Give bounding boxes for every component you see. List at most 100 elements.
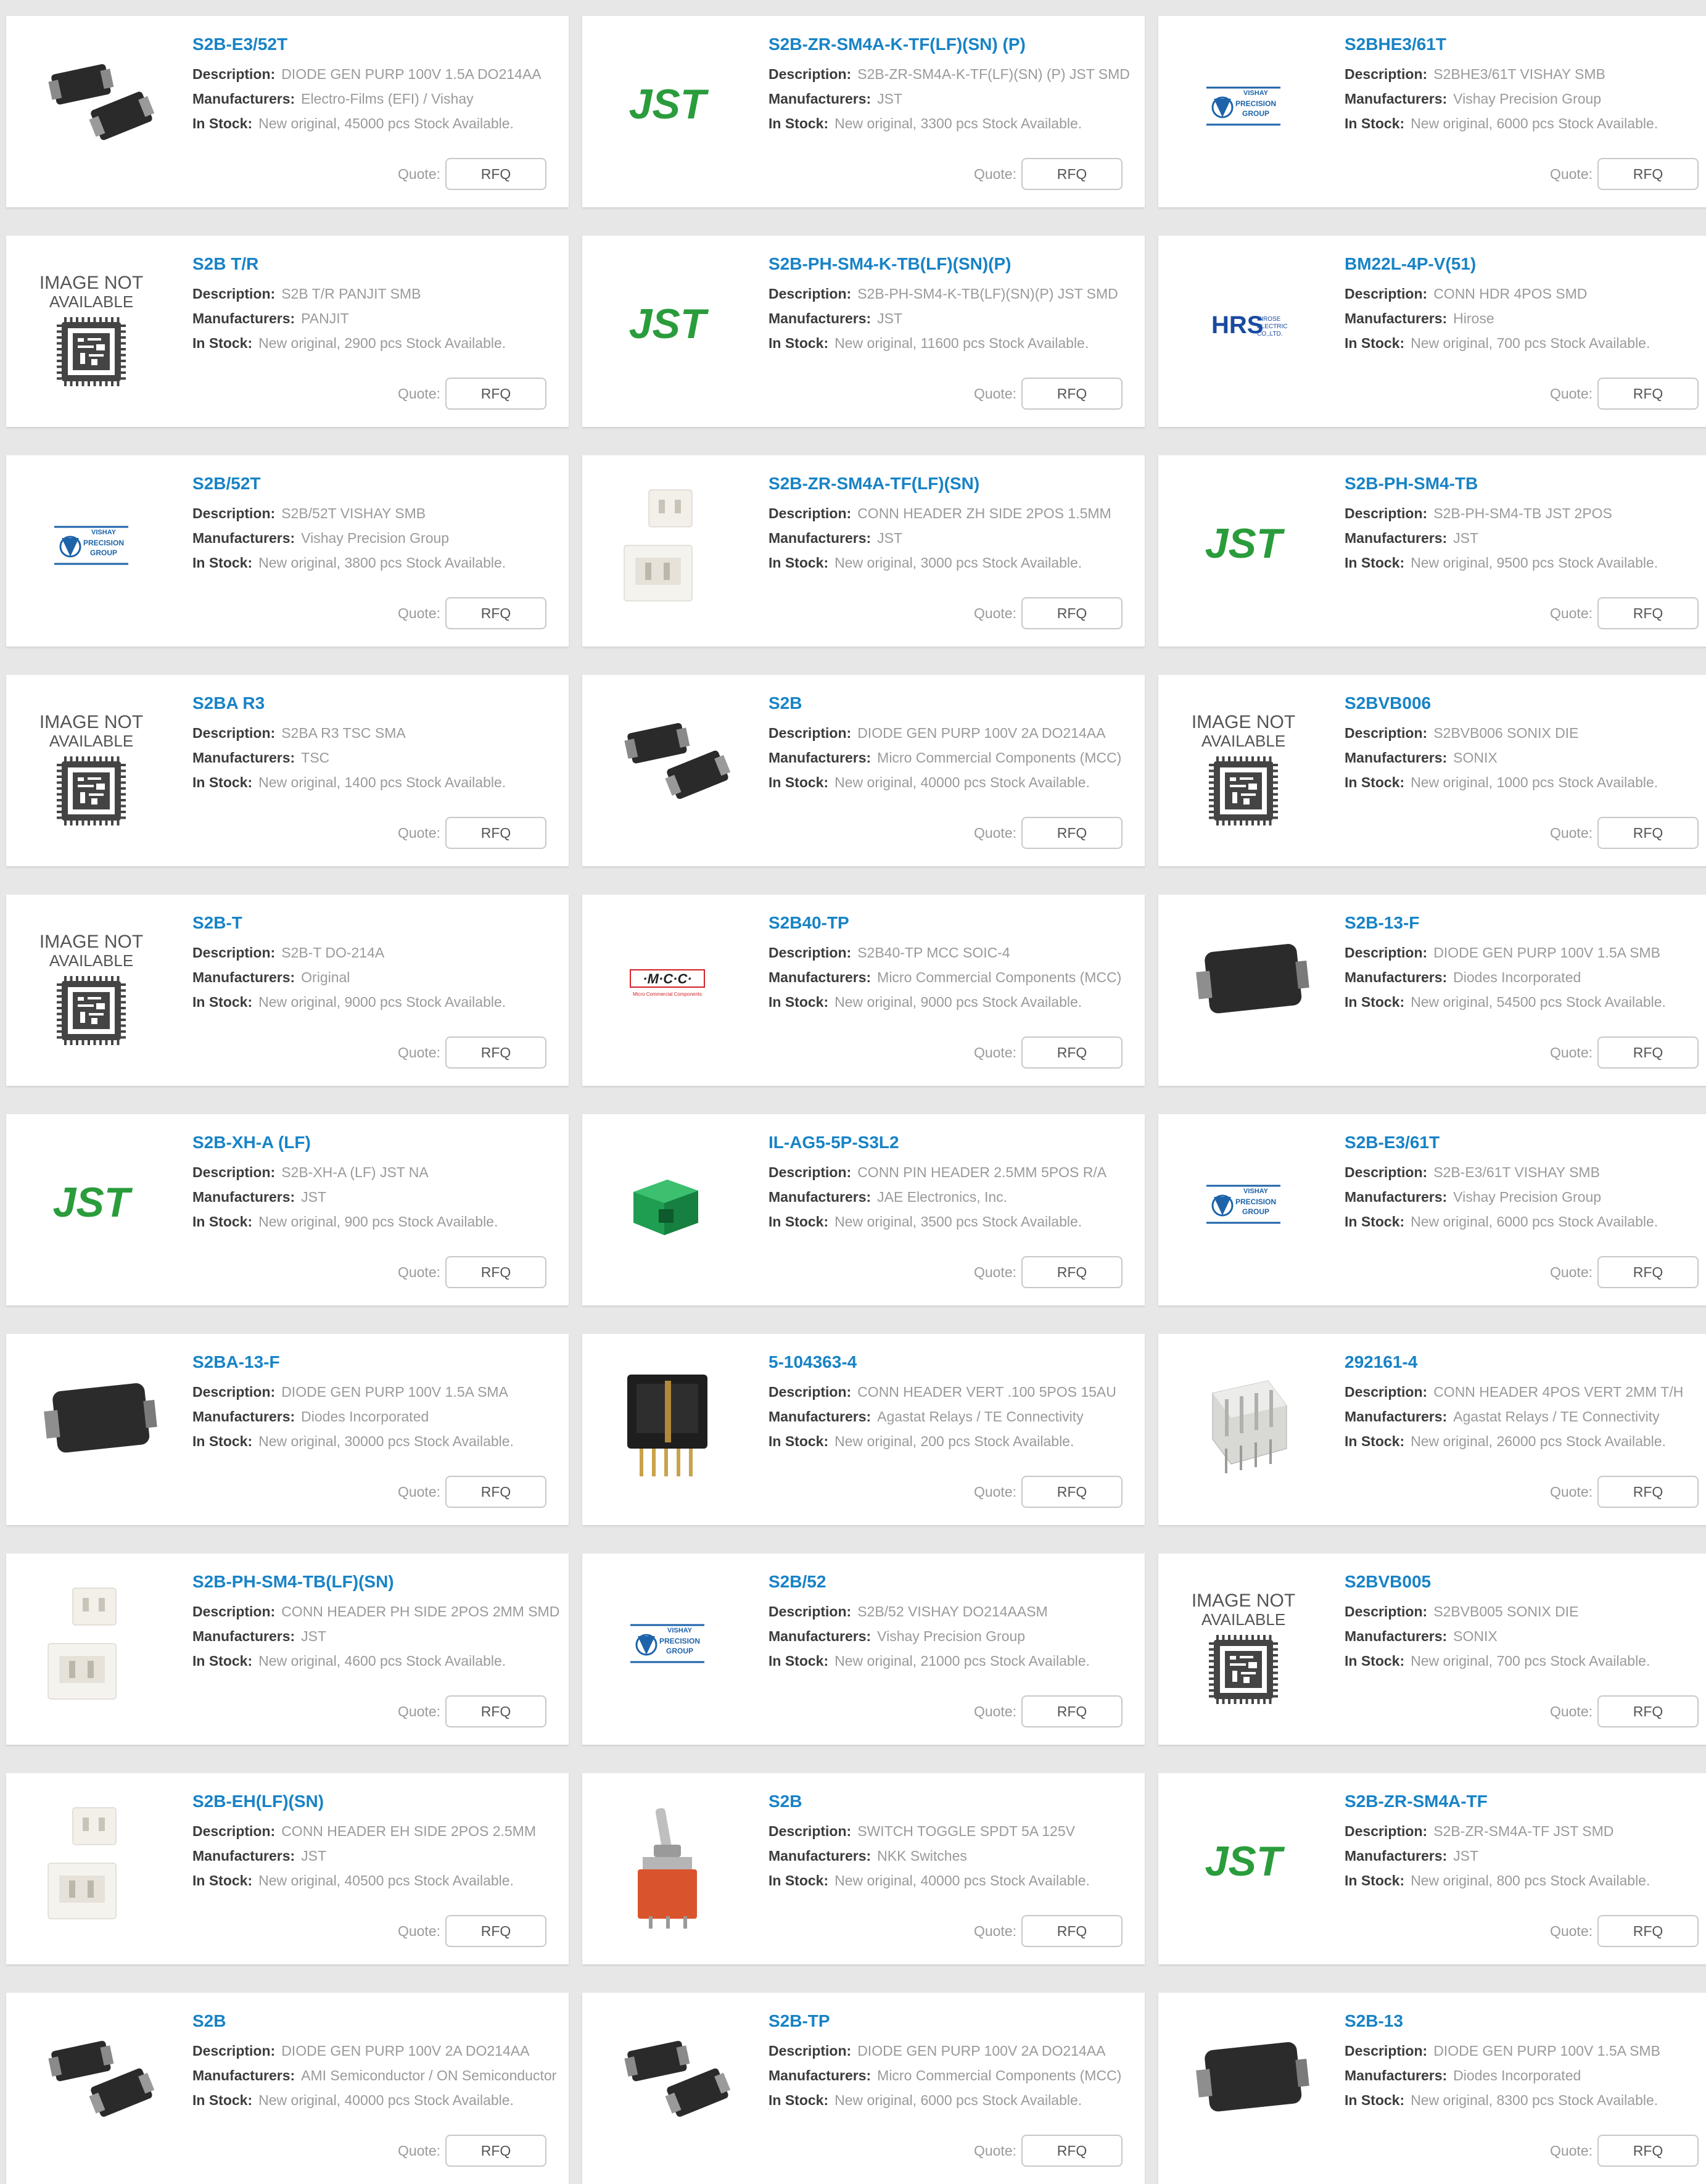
product-image[interactable] [600, 1136, 735, 1272]
part-number-link[interactable]: S2B [192, 2011, 226, 2031]
part-number-link[interactable]: S2B-EH(LF)(SN) [192, 1792, 324, 1811]
part-number-link[interactable]: 292161-4 [1345, 1352, 1417, 1372]
part-number-link[interactable]: S2B/52 [769, 1572, 826, 1592]
product-image[interactable]: VISHAY PRECISION GROUP [23, 478, 159, 613]
rfq-button[interactable]: RFQ [1021, 817, 1123, 849]
rfq-button[interactable]: RFQ [1597, 817, 1699, 849]
part-number-link[interactable]: S2B-T [192, 913, 242, 933]
rfq-button[interactable]: RFQ [1597, 1256, 1699, 1288]
product-image[interactable] [1176, 917, 1311, 1053]
product-image[interactable]: VISHAY PRECISION GROUP [1176, 1136, 1311, 1272]
part-number-link[interactable]: S2B T/R [192, 254, 258, 274]
rfq-button[interactable]: RFQ [1597, 2135, 1699, 2167]
rfq-button[interactable]: RFQ [1597, 158, 1699, 190]
manufacturer-row: Manufacturers: JST [769, 86, 1151, 111]
product-image[interactable] [600, 697, 735, 833]
part-number-link[interactable]: S2B-ZR-SM4A-K-TF(LF)(SN) (P) [769, 35, 1026, 54]
part-number-link[interactable]: S2BA-13-F [192, 1352, 280, 1372]
product-image[interactable]: IMAGE NOT AVAILABLE [1176, 1576, 1311, 1711]
product-image[interactable]: IMAGE NOT AVAILABLE [23, 258, 159, 394]
product-image[interactable] [23, 1576, 159, 1711]
rfq-button[interactable]: RFQ [445, 1695, 546, 1727]
product-card: HRS HIROSE ELECTRIC CO.,LTD. BM22L-4P-V(… [1158, 236, 1706, 427]
product-card: JST S2B-XH-A (LF) Description: S2B-XH-A (… [6, 1114, 569, 1305]
product-image[interactable]: JST [1176, 1795, 1311, 1931]
rfq-button[interactable]: RFQ [1021, 378, 1123, 410]
part-number-link[interactable]: IL-AG5-5P-S3L2 [769, 1133, 899, 1152]
part-number-link[interactable]: S2B-PH-SM4-K-TB(LF)(SN)(P) [769, 254, 1012, 274]
product-image[interactable] [23, 2015, 159, 2151]
stock-label: In Stock: [1345, 555, 1405, 571]
description-label: Description: [1345, 725, 1428, 741]
part-number-link[interactable]: S2BHE3/61T [1345, 35, 1446, 54]
part-number-link[interactable]: S2BVB005 [1345, 1572, 1431, 1592]
part-number-link[interactable]: S2BA R3 [192, 693, 265, 713]
rfq-button[interactable]: RFQ [1021, 1036, 1123, 1069]
description-value: S2B-PH-SM4-K-TB(LF)(SN)(P) JST SMD [857, 286, 1118, 302]
rfq-button[interactable]: RFQ [445, 1476, 546, 1508]
part-number-link[interactable]: BM22L-4P-V(51) [1345, 254, 1476, 274]
part-number-link[interactable]: S2BVB006 [1345, 693, 1431, 713]
product-image[interactable] [23, 1356, 159, 1492]
part-number-link[interactable]: S2B-ZR-SM4A-TF [1345, 1792, 1488, 1811]
rfq-button[interactable]: RFQ [1597, 1915, 1699, 1947]
rfq-button[interactable]: RFQ [1021, 1476, 1123, 1508]
rfq-button[interactable]: RFQ [445, 1915, 546, 1947]
product-card: IMAGE NOT AVAILABLE S2BA R3 Description:… [6, 675, 569, 866]
product-image[interactable]: JST [600, 38, 735, 174]
rfq-button[interactable]: RFQ [1597, 378, 1699, 410]
product-image[interactable] [600, 478, 735, 613]
part-number-link[interactable]: 5-104363-4 [769, 1352, 857, 1372]
rfq-button[interactable]: RFQ [1597, 597, 1699, 629]
product-image[interactable]: HRS HIROSE ELECTRIC CO.,LTD. [1176, 258, 1311, 394]
rfq-button[interactable]: RFQ [445, 378, 546, 410]
part-number-link[interactable]: S2B40-TP [769, 913, 849, 933]
rfq-button[interactable]: RFQ [1021, 1256, 1123, 1288]
rfq-button[interactable]: RFQ [1021, 158, 1123, 190]
part-number-link[interactable]: S2B-XH-A (LF) [192, 1133, 311, 1152]
product-image[interactable] [600, 1795, 735, 1931]
product-image[interactable] [600, 2015, 735, 2151]
part-number-link[interactable]: S2B [769, 693, 802, 713]
part-number-link[interactable]: S2B/52T [192, 474, 261, 494]
product-image[interactable] [23, 1795, 159, 1931]
rfq-button[interactable]: RFQ [445, 597, 546, 629]
rfq-button[interactable]: RFQ [1597, 1476, 1699, 1508]
rfq-button[interactable]: RFQ [1021, 597, 1123, 629]
rfq-button[interactable]: RFQ [1597, 1695, 1699, 1727]
manufacturer-label: Manufacturers: [192, 530, 295, 546]
stock-value: New original, 40000 pcs Stock Available. [834, 1872, 1090, 1888]
part-number-link[interactable]: S2B [769, 1792, 802, 1811]
rfq-button[interactable]: RFQ [445, 2135, 546, 2167]
part-number-link[interactable]: S2B-PH-SM4-TB [1345, 474, 1478, 494]
product-image[interactable]: JST [1176, 478, 1311, 613]
product-image[interactable]: IMAGE NOT AVAILABLE [1176, 697, 1311, 833]
product-image[interactable]: VISHAY PRECISION GROUP [600, 1576, 735, 1711]
product-image[interactable]: IMAGE NOT AVAILABLE [23, 917, 159, 1053]
product-image[interactable]: VISHAY PRECISION GROUP [1176, 38, 1311, 174]
product-image[interactable]: JST [23, 1136, 159, 1272]
rfq-button[interactable]: RFQ [445, 1256, 546, 1288]
manufacturer-row: Manufacturers: PANJIT [192, 306, 575, 331]
product-image[interactable] [23, 38, 159, 174]
product-image[interactable]: ·M·C·C· Micro Commercial Components [600, 917, 735, 1053]
part-number-link[interactable]: S2B-E3/52T [192, 35, 287, 54]
part-number-link[interactable]: S2B-PH-SM4-TB(LF)(SN) [192, 1572, 394, 1592]
part-number-link[interactable]: S2B-ZR-SM4A-TF(LF)(SN) [769, 474, 979, 494]
rfq-button[interactable]: RFQ [1021, 2135, 1123, 2167]
product-image[interactable]: JST [600, 258, 735, 394]
part-number-link[interactable]: S2B-E3/61T [1345, 1133, 1440, 1152]
part-number-link[interactable]: S2B-13-F [1345, 913, 1419, 933]
rfq-button[interactable]: RFQ [1021, 1915, 1123, 1947]
part-number-link[interactable]: S2B-13 [1345, 2011, 1403, 2031]
rfq-button[interactable]: RFQ [1021, 1695, 1123, 1727]
part-number-link[interactable]: S2B-TP [769, 2011, 830, 2031]
product-image[interactable] [1176, 1356, 1311, 1492]
rfq-button[interactable]: RFQ [1597, 1036, 1699, 1069]
rfq-button[interactable]: RFQ [445, 1036, 546, 1069]
rfq-button[interactable]: RFQ [445, 158, 546, 190]
product-image[interactable] [1176, 2015, 1311, 2151]
rfq-button[interactable]: RFQ [445, 817, 546, 849]
product-image[interactable] [600, 1356, 735, 1492]
product-image[interactable]: IMAGE NOT AVAILABLE [23, 697, 159, 833]
